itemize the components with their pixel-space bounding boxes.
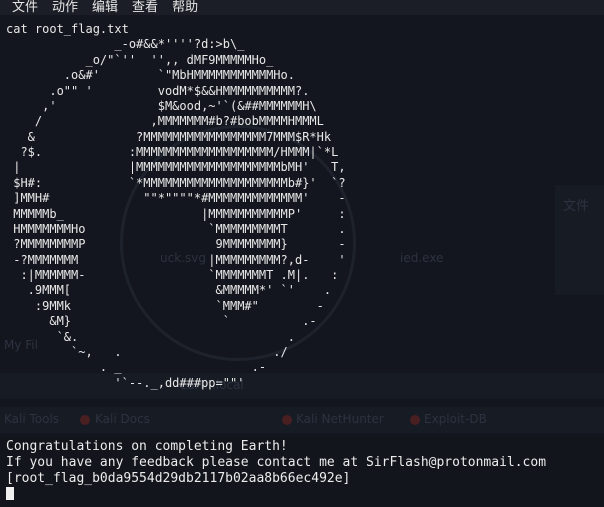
terminal-text: cat root_flag.txt _-o#&&*''''?d:>b\_ _o/… xyxy=(6,22,346,391)
terminal-cursor xyxy=(6,487,14,500)
ascii-art-line: _o/"`'' '',, dMF9MMMMMHo_ xyxy=(6,52,274,67)
background-bookmark-dot xyxy=(282,415,292,425)
ascii-art-line: ?MMMMMMMMP 9MMMMMMMM} - xyxy=(6,237,346,252)
ascii-art-line: .o&#' `"MbHMMMMMMMMMMMHo. xyxy=(6,68,295,83)
ascii-art-line: ,' $M&ood,~'`(&##MMMMMMH\ xyxy=(6,98,317,113)
ascii-art-line: MMMMMb_ |MMMMMMMMMMMP' : xyxy=(6,206,346,221)
background-text: 文件 xyxy=(563,199,590,214)
terminal-output[interactable]: 文件 earth.local Kali Tools Kali Docs Kali… xyxy=(0,15,604,507)
terminal-footer: Congratulations on completing Earth! If y… xyxy=(0,437,604,507)
root-flag: [root_flag_b0da9554d29db2117b02aa8b66ec4… xyxy=(6,471,351,486)
ascii-art-line: HMMMMMMMHo `MMMMMMMMMT . xyxy=(6,221,346,236)
message-block: Congratulations on completing Earth! If y… xyxy=(6,439,546,487)
background-bookmark-dot xyxy=(410,415,420,425)
background-bookmark-text: Kali Docs xyxy=(95,412,150,426)
ascii-art-line: _-o#&&*''''?d:>b\_ xyxy=(6,37,245,52)
ascii-art-line: .9MMM[ &MMMMM*' `' . xyxy=(6,283,332,298)
menu-help[interactable]: 帮助 xyxy=(172,0,198,15)
ascii-art-line: `&. . xyxy=(6,329,295,344)
background-bookmark-text: Kali NetHunter xyxy=(296,412,384,426)
menu-edit[interactable]: 编辑 xyxy=(92,0,118,15)
background-file-text: ied.exe xyxy=(400,251,444,265)
menu-action[interactable]: 动作 xyxy=(52,0,78,15)
background-bookmark-text: Exploit-DB xyxy=(424,412,487,426)
ascii-art-line: `~, . ./ xyxy=(6,344,288,359)
congrats-message: Congratulations on completing Earth! xyxy=(6,439,288,454)
ascii-art-line: :9MMk `MMM#" - xyxy=(6,298,324,313)
ascii-art-line: :|MMMMMM- `MMMMMMMT .M|. : xyxy=(6,268,339,282)
ascii-art-line: ]MMH# ""*""""*#MMMMMMMMMMMMM' - xyxy=(6,191,346,206)
menu-view[interactable]: 查看 xyxy=(132,0,158,15)
ascii-art-line: ?$. :MMMMMMMMMMMMMMMMMMM/HMMM|`*L xyxy=(6,145,339,159)
ascii-art-line: . _ .- xyxy=(6,360,267,375)
ascii-art-block: _-o#&&*''''?d:>b\_ _o/"`'' '',, dMF9MMMM… xyxy=(6,37,346,391)
ascii-art-line: / ,MMMMMMM#b?#bobMMMMHMMML xyxy=(6,114,324,129)
background-bookmark-text: Kali Tools xyxy=(4,412,60,426)
ascii-art-line: | |MMMMMMMMMMMMMMMMMMMMbMH' T, xyxy=(6,160,346,175)
ascii-art-line: '`--._,dd###pp=""' xyxy=(6,375,245,390)
command-line: cat root_flag.txt xyxy=(6,22,129,36)
ascii-art-line: -?MMMMMMM |MMMMMMMMM?,d- ' xyxy=(6,252,346,267)
ascii-art-line: .o"" ' vodM*$&&HMMMMMMMMMM?. xyxy=(6,83,310,98)
ascii-art-line: $H#: `*MMMMMMMMMMMMMMMMMMMMb#}' `? xyxy=(6,175,346,190)
background-bookmark-dot xyxy=(80,415,90,425)
ascii-art-line: &M} ` .- xyxy=(6,314,317,329)
menu-bar: 文件 动作 编辑 查看 帮助 xyxy=(0,0,604,15)
menu-file[interactable]: 文件 xyxy=(12,0,38,15)
feedback-message: If you have any feedback please contact … xyxy=(6,455,547,470)
ascii-art-line: & ?MMMMMMMMMMMMMMMMM7MMM$R*Hk xyxy=(6,129,332,144)
terminal-window: 文件 动作 编辑 查看 帮助 文件 earth.local Kali Tools… xyxy=(0,0,604,507)
